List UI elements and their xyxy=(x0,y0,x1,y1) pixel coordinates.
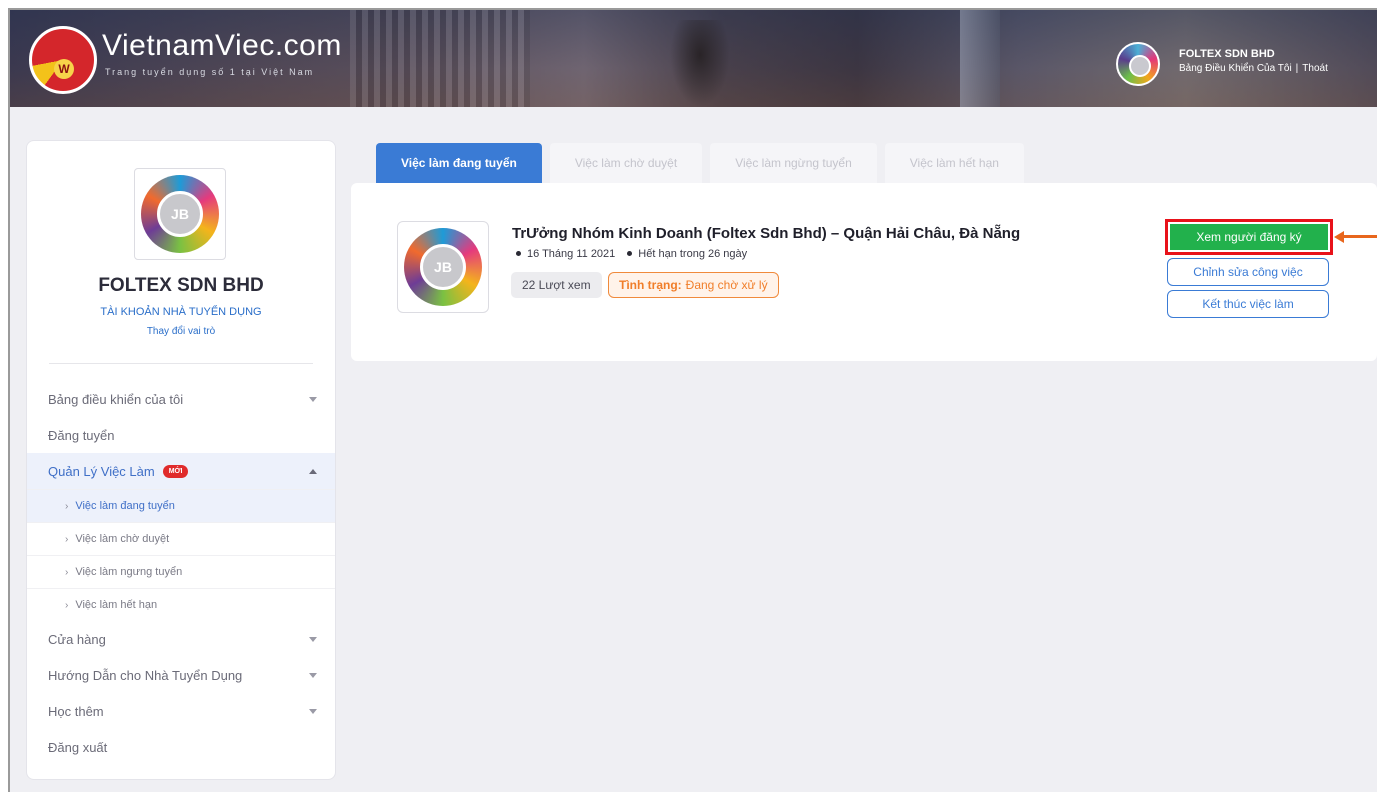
submenu-item-expired-jobs[interactable]: › Việc làm hết hạn xyxy=(27,588,335,621)
sidebar: JB FOLTEX SDN BHD TÀI KHOẢN NHÀ TUYỂN DỤ… xyxy=(26,140,336,780)
submenu-item-active-jobs[interactable]: › Việc làm đang tuyển xyxy=(27,489,335,522)
tab-stopped-jobs[interactable]: Việc làm ngừng tuyển xyxy=(710,143,877,183)
submenu-item-stopped-jobs[interactable]: › Việc làm ngưng tuyển xyxy=(27,555,335,588)
sidebar-item-job-management[interactable]: Quản Lý Việc Làm MỚI xyxy=(27,453,335,489)
app-frame: W VietnamViec.com Trang tuyển dụng số 1 … xyxy=(8,8,1377,792)
chevron-right-icon: › xyxy=(65,533,69,545)
status-badge: Tình trạng: Đang chờ xử lý xyxy=(608,272,779,298)
sidebar-divider xyxy=(49,363,313,364)
brand-name[interactable]: VietnamViec.com xyxy=(102,29,342,63)
bullet-icon xyxy=(627,251,633,256)
new-badge: MỚI xyxy=(162,464,189,478)
change-role-link[interactable]: Thay đổi vai trò xyxy=(27,326,335,337)
sidebar-item-dashboard[interactable]: Bảng điều khiển của tôi xyxy=(27,381,335,417)
brand-logo-icon[interactable]: W xyxy=(29,26,97,94)
account-type: TÀI KHOẢN NHÀ TUYỂN DỤNG xyxy=(100,306,262,318)
tab-active-jobs[interactable]: Việc làm đang tuyển xyxy=(376,143,542,183)
company-logo: JB xyxy=(134,168,226,260)
chevron-down-icon xyxy=(309,397,317,402)
sidebar-item-label: Đăng tuyển xyxy=(48,427,115,443)
job-posted-date: 16 Tháng 11 2021 xyxy=(527,248,616,260)
tab-expired-jobs[interactable]: Việc làm hết hạn xyxy=(884,143,1024,183)
submenu-label: Việc làm hết hạn xyxy=(75,599,158,611)
sidebar-item-label: Đăng xuất xyxy=(48,739,108,755)
chevron-right-icon: › xyxy=(65,566,69,578)
company-logo-text: JB xyxy=(157,191,203,237)
end-job-button[interactable]: Kết thúc việc làm xyxy=(1167,290,1329,318)
chevron-down-icon xyxy=(309,709,317,714)
sidebar-item-learn-more[interactable]: Học thêm xyxy=(27,693,335,729)
submenu-label: Việc làm đang tuyển xyxy=(75,500,175,512)
job-logo-text: JB xyxy=(420,244,466,290)
sidebar-menu: Bảng điều khiển của tôi Đăng tuyển Quản … xyxy=(27,381,335,765)
job-title[interactable]: TrƯởng Nhóm Kinh Doanh (Foltex Sdn Bhd) … xyxy=(512,225,1020,242)
submenu-label: Việc làm ngưng tuyển xyxy=(75,566,183,578)
submenu-label: Việc làm chờ duyệt xyxy=(75,533,170,545)
sidebar-item-label: Quản Lý Việc Làm xyxy=(48,463,155,479)
company-name: FOLTEX SDN BHD xyxy=(98,275,264,296)
views-badge: 22 Lượt xem xyxy=(511,272,602,298)
chevron-down-icon xyxy=(309,673,317,678)
job-card: JB TrƯởng Nhóm Kinh Doanh (Foltex Sdn Bh… xyxy=(351,183,1377,361)
chevron-right-icon: › xyxy=(65,500,69,512)
sidebar-item-label: Bảng điều khiển của tôi xyxy=(48,391,184,407)
user-avatar[interactable] xyxy=(1116,42,1160,86)
arrow-left-icon xyxy=(1334,231,1377,243)
job-meta: 16 Tháng 11 2021 Hết hạn trong 26 ngày xyxy=(516,248,759,260)
dashboard-link[interactable]: Bảng Điều Khiển Của Tôi xyxy=(1179,63,1292,74)
chevron-down-icon xyxy=(309,637,317,642)
sidebar-item-label: Học thêm xyxy=(48,703,104,719)
logo-letter: W xyxy=(54,59,74,79)
header-banner: W VietnamViec.com Trang tuyển dụng số 1 … xyxy=(10,10,1377,107)
submenu-item-pending-jobs[interactable]: › Việc làm chờ duyệt xyxy=(27,522,335,555)
sidebar-item-label: Hướng Dẫn cho Nhà Tuyển Dụng xyxy=(48,667,243,683)
status-value: Đang chờ xử lý xyxy=(685,278,768,292)
user-name: FOLTEX SDN BHD xyxy=(1179,48,1275,60)
job-expiry: Hết hạn trong 26 ngày xyxy=(638,248,748,260)
view-applicants-button[interactable]: Xem người đăng ký xyxy=(1170,224,1328,250)
logout-link[interactable]: Thoát xyxy=(1302,63,1328,74)
sidebar-item-label: Cửa hàng xyxy=(48,631,106,647)
sidebar-item-guide[interactable]: Hướng Dẫn cho Nhà Tuyển Dụng xyxy=(27,657,335,693)
chevron-right-icon: › xyxy=(65,599,69,611)
job-tabs: Việc làm đang tuyển Việc làm chờ duyệt V… xyxy=(376,143,1032,183)
job-company-logo: JB xyxy=(397,221,489,313)
link-separator: | xyxy=(1295,63,1299,74)
edit-job-button[interactable]: Chỉnh sửa công việc xyxy=(1167,258,1329,286)
tab-pending-jobs[interactable]: Việc làm chờ duyệt xyxy=(549,143,703,183)
brand-tagline: Trang tuyển dụng số 1 tại Việt Nam xyxy=(105,67,315,77)
sidebar-item-post-job[interactable]: Đăng tuyển xyxy=(27,417,335,453)
highlight-annotation: Xem người đăng ký xyxy=(1165,219,1333,255)
sidebar-item-store[interactable]: Cửa hàng xyxy=(27,621,335,657)
sidebar-item-logout[interactable]: Đăng xuất xyxy=(27,729,335,765)
user-links: Bảng Điều Khiển Của Tôi | Thoát xyxy=(1179,63,1328,74)
chevron-up-icon xyxy=(309,469,317,474)
status-label: Tình trạng: xyxy=(619,278,682,292)
bullet-icon xyxy=(516,251,521,256)
